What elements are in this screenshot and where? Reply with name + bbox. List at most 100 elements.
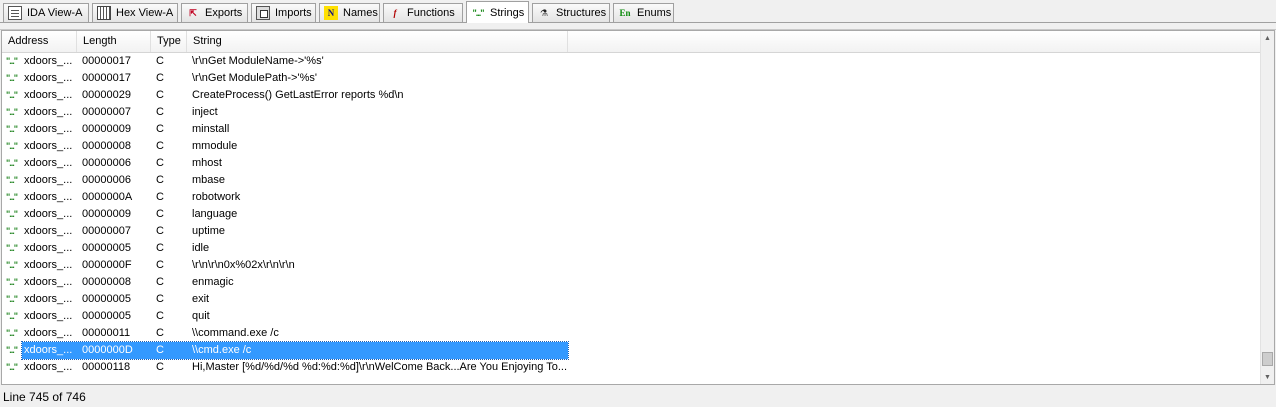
- cell-length: 00000008: [82, 276, 131, 288]
- cell-type: C: [156, 327, 164, 339]
- table-row[interactable]: "..." xdoors_... 00000008 Cenmagic: [2, 274, 1262, 291]
- cell-length: 00000005: [82, 242, 131, 254]
- cell-string: enmagic: [192, 276, 234, 288]
- cell-string: minstall: [192, 123, 230, 135]
- strings-list[interactable]: Address Length Type String "..." xdoors_.…: [1, 30, 1275, 385]
- table-row[interactable]: "..." xdoors_... 00000118 C Hi,Master [%d/%d…: [2, 359, 1262, 376]
- cell-address: xdoors_...: [24, 140, 73, 152]
- cell-length: 00000008: [82, 140, 131, 152]
- structures-icon: ⚗: [539, 8, 549, 18]
- cell-address: xdoors_...: [24, 259, 73, 271]
- table-row[interactable]: "..." xdoors_... 00000017 C \r\nGet ModulePa…: [2, 70, 1262, 87]
- table-row[interactable]: "..." xdoors_... 00000005 Cquit: [2, 308, 1262, 325]
- tab-functions[interactable]: f Functions: [383, 3, 463, 22]
- cell-type: C: [156, 157, 164, 169]
- scrollbar-thumb[interactable]: [1262, 352, 1273, 366]
- column-header-type[interactable]: Type: [151, 31, 187, 52]
- table-row[interactable]: "..." xdoors_... 00000017 C \r\nGet ModuleNa…: [2, 53, 1262, 70]
- table-row[interactable]: "..." xdoors_... 00000029 C CreateProcess() …: [2, 87, 1262, 104]
- tab-exports[interactable]: ⇱ Exports: [181, 3, 248, 22]
- cell-type: C: [156, 361, 164, 373]
- tab-enums[interactable]: En Enums: [613, 3, 674, 22]
- string-icon: "...": [6, 260, 18, 270]
- cell-address: xdoors_...: [24, 208, 73, 220]
- cell-length: 00000007: [82, 225, 131, 237]
- cell-address: xdoors_...: [24, 174, 73, 186]
- string-icon: "...": [6, 90, 18, 100]
- table-row[interactable]: "..." xdoors_... 0000000D C \\cmd.exe /c: [2, 341, 1262, 360]
- cell-address: xdoors_...: [24, 225, 73, 237]
- cell-address: xdoors_...: [24, 293, 73, 305]
- table-row[interactable]: "..." xdoors_... 00000008 Cmmodule: [2, 138, 1262, 155]
- cell-address: xdoors_...: [24, 344, 73, 356]
- tab-strings[interactable]: "..." Strings: [466, 1, 529, 23]
- cell-string: \\cmd.exe /c: [192, 344, 252, 356]
- string-icon: "...": [6, 311, 18, 321]
- cell-address: xdoors_...: [24, 106, 73, 118]
- view-tab-bar: IDA View-A Hex View-A ⇱ Exports Imports …: [0, 0, 1276, 23]
- cell-length: 00000029: [82, 89, 131, 101]
- cell-string: \r\nGet ModulePath->'%s': [192, 72, 317, 84]
- string-icon: "...": [6, 192, 18, 202]
- column-header-address[interactable]: Address: [2, 31, 77, 52]
- cell-address: xdoors_...: [24, 276, 73, 288]
- tab-ida-view-a[interactable]: IDA View-A: [3, 3, 89, 22]
- string-icon: "...": [6, 226, 18, 236]
- cell-length: 00000011: [82, 327, 131, 339]
- cell-address: xdoors_...: [24, 55, 73, 67]
- table-row[interactable]: "..." xdoors_... 00000005 Cidle: [2, 240, 1262, 257]
- column-header-length[interactable]: Length: [77, 31, 151, 52]
- tab-label: Strings: [490, 6, 525, 19]
- table-row[interactable]: "..." xdoors_... 00000009 Cminstall: [2, 121, 1262, 138]
- exports-icon: ⇱: [189, 8, 197, 18]
- cell-type: C: [156, 174, 164, 186]
- column-header-string[interactable]: String: [187, 31, 568, 52]
- string-icon: "...": [6, 209, 18, 219]
- table-row[interactable]: "..." xdoors_... 00000006 Cmbase: [2, 172, 1262, 189]
- table-row[interactable]: "..." xdoors_... 00000005 Cexit: [2, 291, 1262, 308]
- table-row[interactable]: "..." xdoors_... 00000007 Cuptime: [2, 223, 1262, 240]
- cell-address: xdoors_...: [24, 123, 73, 135]
- table-row[interactable]: "..." xdoors_... 00000009 Clanguage: [2, 206, 1262, 223]
- cell-type: C: [156, 242, 164, 254]
- tab-label: Imports: [275, 7, 312, 19]
- cell-type: C: [156, 72, 164, 84]
- cell-type: C: [156, 106, 164, 118]
- scroll-up-icon[interactable]: ▲: [1261, 31, 1274, 45]
- tab-structures[interactable]: ⚗ Structures: [532, 3, 610, 22]
- tab-hex-view-a[interactable]: Hex View-A: [92, 3, 178, 22]
- cell-string: uptime: [192, 225, 226, 237]
- cell-string: CreateProcess() GetLastError reports %d\…: [192, 89, 404, 101]
- cell-type: C: [156, 259, 164, 271]
- table-row[interactable]: "..." xdoors_... 00000011 C \\command.exe /c: [2, 325, 1262, 342]
- cell-length: 00000005: [82, 293, 131, 305]
- tab-label: Exports: [205, 7, 243, 19]
- tab-names[interactable]: N Names: [319, 3, 380, 22]
- string-icon: "...": [6, 243, 18, 253]
- string-icon: "...": [6, 345, 18, 355]
- table-row[interactable]: "..." xdoors_... 0000000F C \r\n\r\n0x%02x\r…: [2, 257, 1262, 274]
- cell-string: quit: [192, 310, 210, 322]
- enums-icon: En: [619, 8, 631, 18]
- tab-imports[interactable]: Imports: [251, 3, 316, 22]
- cell-type: C: [156, 55, 164, 67]
- functions-icon: f: [393, 8, 397, 18]
- table-row[interactable]: "..." xdoors_... 00000007 Cinject: [2, 104, 1262, 121]
- tab-label: Functions: [407, 7, 455, 19]
- vertical-scrollbar[interactable]: ▲ ▼: [1260, 31, 1274, 384]
- scroll-down-icon[interactable]: ▼: [1261, 370, 1274, 384]
- cell-length: 00000005: [82, 310, 131, 322]
- cell-type: C: [156, 310, 164, 322]
- cell-length: 00000007: [82, 106, 131, 118]
- cell-type: C: [156, 276, 164, 288]
- tab-label: Enums: [637, 7, 672, 19]
- document-icon: [8, 6, 22, 20]
- cell-length: 00000006: [82, 157, 131, 169]
- cell-length: 00000009: [82, 123, 131, 135]
- table-row[interactable]: "..." xdoors_... 0000000A Crobotwork: [2, 189, 1262, 206]
- string-icon: "...": [6, 107, 18, 117]
- tab-label: Structures: [556, 7, 607, 19]
- string-icon: "...": [6, 124, 18, 134]
- table-row[interactable]: "..." xdoors_... 00000006 Cmhost: [2, 155, 1262, 172]
- cell-type: C: [156, 140, 164, 152]
